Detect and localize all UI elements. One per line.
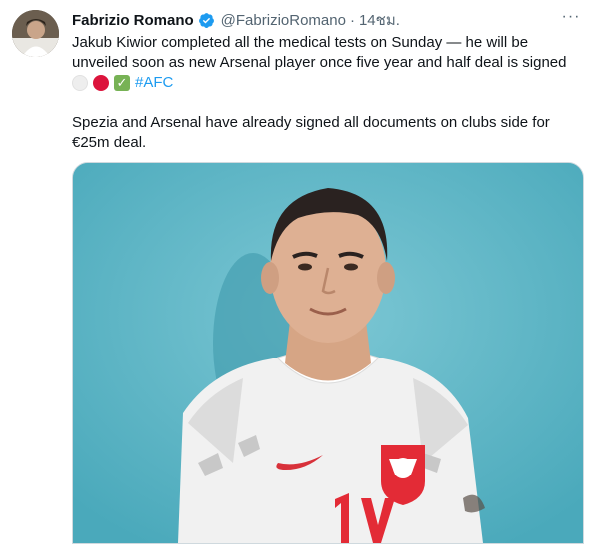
player-photo-illustration [73, 163, 583, 543]
tweet-text-line: unveiled soon as new Arsenal player once… [72, 54, 567, 71]
more-options-icon[interactable]: ··· [559, 8, 583, 28]
emoji-row: ✓ #AFC [72, 73, 587, 93]
tweet-text-line: €25m deal. [72, 134, 147, 151]
hashtag-link[interactable]: #AFC [135, 73, 173, 93]
verified-badge-icon [198, 12, 215, 29]
tweet[interactable]: Fabrizio Romano @FabrizioRomano · 14ชม. … [0, 0, 599, 544]
author-name[interactable]: Fabrizio Romano [72, 12, 194, 29]
tweet-photo[interactable] [72, 162, 584, 544]
author-handle[interactable]: @FabrizioRomano [221, 12, 346, 29]
avatar[interactable] [12, 10, 59, 57]
check-mark-emoji: ✓ [114, 75, 130, 91]
separator-dot: · [349, 11, 355, 29]
avatar-image [12, 10, 59, 57]
white-circle-emoji [72, 75, 88, 91]
timestamp[interactable]: 14ชม. [359, 8, 400, 32]
tweet-text-line: Jakub Kiwior completed all the medical t… [72, 34, 529, 51]
tweet-text: Jakub Kiwior completed all the medical t… [72, 33, 587, 153]
tweet-text-line: Spezia and Arsenal have already signed a… [72, 114, 550, 131]
red-circle-emoji [93, 75, 109, 91]
tweet-header: Fabrizio Romano @FabrizioRomano · 14ชม. [72, 10, 400, 30]
